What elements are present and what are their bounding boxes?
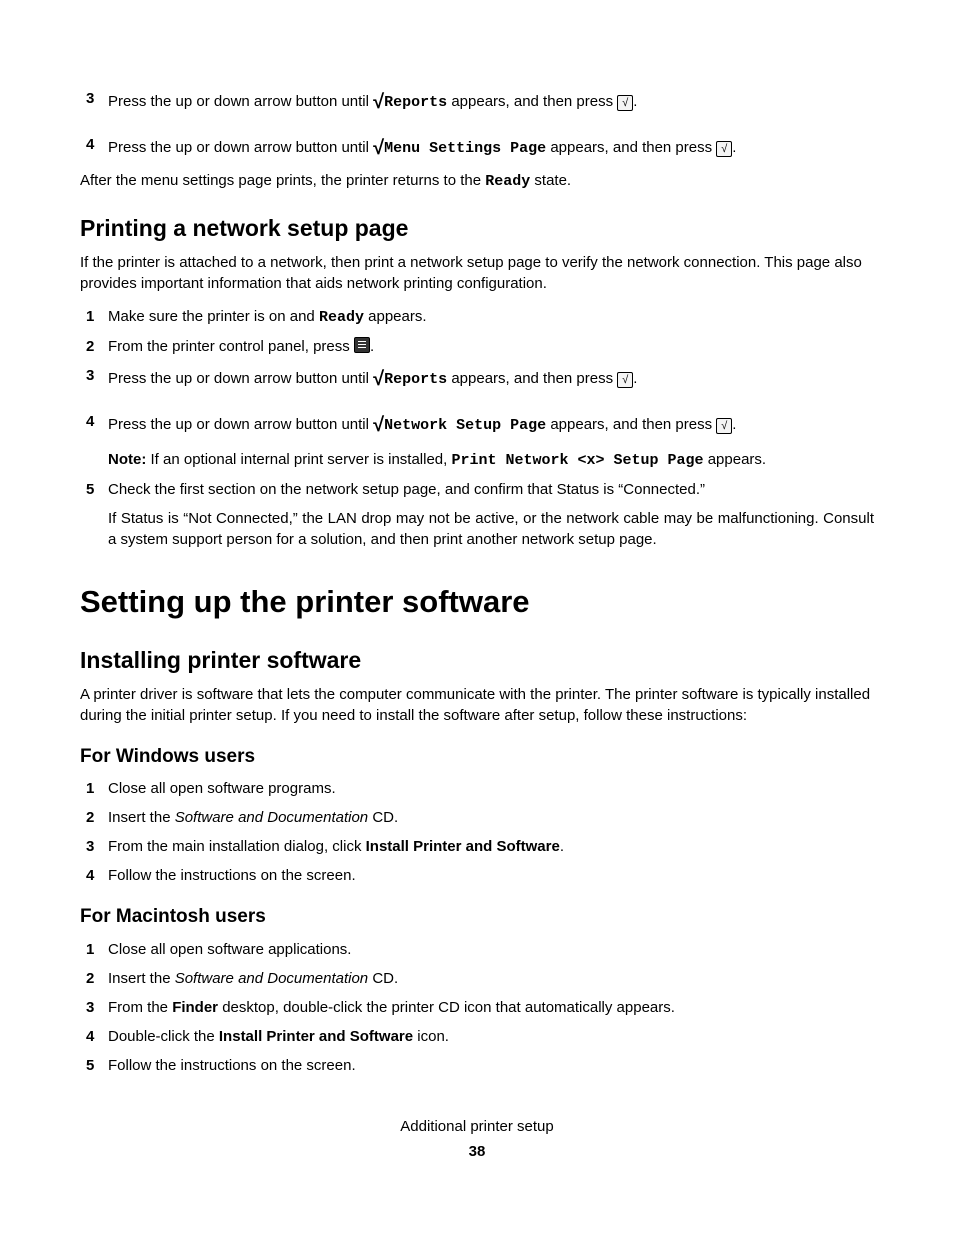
mac-step-2: 2 Insert the Software and Documentation …	[80, 968, 874, 989]
step-text: Close all open software applications.	[108, 941, 351, 958]
top-steps: 3 Press the up or down arrow button unti…	[80, 88, 874, 162]
ready-state: Ready	[319, 309, 364, 326]
cd-name: Software and Documentation	[175, 809, 368, 826]
step-number: 1	[86, 778, 94, 799]
mac-steps: 1 Close all open software applications. …	[80, 939, 874, 1076]
step-post: .	[633, 93, 637, 110]
nav-check-icon: √	[373, 368, 384, 390]
step-number: 3	[86, 88, 94, 109]
step-text: Follow the instructions on the screen.	[108, 1057, 356, 1074]
install-intro: A printer driver is software that lets t…	[80, 684, 874, 726]
step-number: 2	[86, 807, 94, 828]
net-step-5: 5 Check the first section on the network…	[80, 479, 874, 550]
step-number: 4	[86, 411, 94, 432]
step-number: 3	[86, 365, 94, 386]
mac-step-5: 5 Follow the instructions on the screen.	[80, 1055, 874, 1076]
network-setup-menu: Network Setup Page	[384, 417, 546, 434]
reports-menu: Reports	[384, 371, 447, 388]
menu-button-icon	[354, 337, 370, 353]
print-network-x: Print Network <x> Setup Page	[451, 452, 703, 469]
step-number: 4	[86, 1026, 94, 1047]
select-button-icon: √	[617, 372, 633, 388]
step-text: Press the up or down arrow button until	[108, 93, 373, 110]
step-menu: Reports	[384, 94, 447, 111]
network-intro: If the printer is attached to a network,…	[80, 252, 874, 294]
win-step-1: 1 Close all open software programs.	[80, 778, 874, 799]
select-button-icon: √	[716, 141, 732, 157]
step-text: Follow the instructions on the screen.	[108, 867, 356, 884]
step-subtext: If Status is “Not Connected,” the LAN dr…	[108, 508, 874, 550]
step-post: .	[732, 139, 736, 156]
step-3: 3 Press the up or down arrow button unti…	[80, 88, 874, 116]
heading-mac: For Macintosh users	[80, 904, 874, 931]
heading-windows: For Windows users	[80, 744, 874, 771]
step-number: 3	[86, 997, 94, 1018]
step-text: Check the first section on the network s…	[108, 481, 705, 498]
nav-check-icon: √	[373, 414, 384, 436]
net-step-2: 2 From the printer control panel, press …	[80, 336, 874, 357]
step-mid: appears, and then press	[447, 93, 617, 110]
heading-install-software: Installing printer software	[80, 644, 874, 676]
windows-steps: 1 Close all open software programs. 2 In…	[80, 778, 874, 886]
footer-page-number: 38	[80, 1141, 874, 1162]
heading-network-setup: Printing a network setup page	[80, 212, 874, 244]
step-menu: Menu Settings Page	[384, 140, 546, 157]
mac-step-3: 3 From the Finder desktop, double-click …	[80, 997, 874, 1018]
page-footer: Additional printer setup 38	[80, 1116, 874, 1162]
net-step-4: 4 Press the up or down arrow button unti…	[80, 411, 874, 471]
win-step-4: 4 Follow the instructions on the screen.	[80, 865, 874, 886]
install-icon: Install Printer and Software	[219, 1028, 413, 1045]
mac-step-1: 1 Close all open software applications.	[80, 939, 874, 960]
cd-name: Software and Documentation	[175, 970, 368, 987]
footer-section: Additional printer setup	[80, 1116, 874, 1137]
note-label: Note:	[108, 451, 146, 468]
step-number: 1	[86, 306, 94, 327]
step-number: 5	[86, 1055, 94, 1076]
note-block: Note: If an optional internal print serv…	[108, 449, 874, 471]
heading-setup-software: Setting up the printer software	[80, 580, 874, 623]
step-4: 4 Press the up or down arrow button unti…	[80, 134, 874, 162]
nav-check-icon: √	[373, 91, 384, 113]
win-step-2: 2 Insert the Software and Documentation …	[80, 807, 874, 828]
step-text: Close all open software programs.	[108, 780, 336, 797]
step-number: 3	[86, 836, 94, 857]
select-button-icon: √	[716, 418, 732, 434]
step-number: 4	[86, 134, 94, 155]
mac-step-4: 4 Double-click the Install Printer and S…	[80, 1026, 874, 1047]
step-text: Press the up or down arrow button until	[108, 139, 373, 156]
finder: Finder	[172, 999, 218, 1016]
select-button-icon: √	[617, 95, 633, 111]
net-step-1: 1 Make sure the printer is on and Ready …	[80, 306, 874, 328]
ready-state: Ready	[485, 173, 530, 190]
step-number: 2	[86, 336, 94, 357]
network-steps: 1 Make sure the printer is on and Ready …	[80, 306, 874, 550]
step-number: 4	[86, 865, 94, 886]
net-step-3: 3 Press the up or down arrow button unti…	[80, 365, 874, 393]
win-step-3: 3 From the main installation dialog, cli…	[80, 836, 874, 857]
step-number: 1	[86, 939, 94, 960]
step-number: 5	[86, 479, 94, 500]
step-number: 2	[86, 968, 94, 989]
nav-check-icon: √	[373, 137, 384, 159]
after-menu-text: After the menu settings page prints, the…	[80, 170, 874, 192]
install-option: Install Printer and Software	[366, 838, 560, 855]
step-mid: appears, and then press	[546, 139, 716, 156]
